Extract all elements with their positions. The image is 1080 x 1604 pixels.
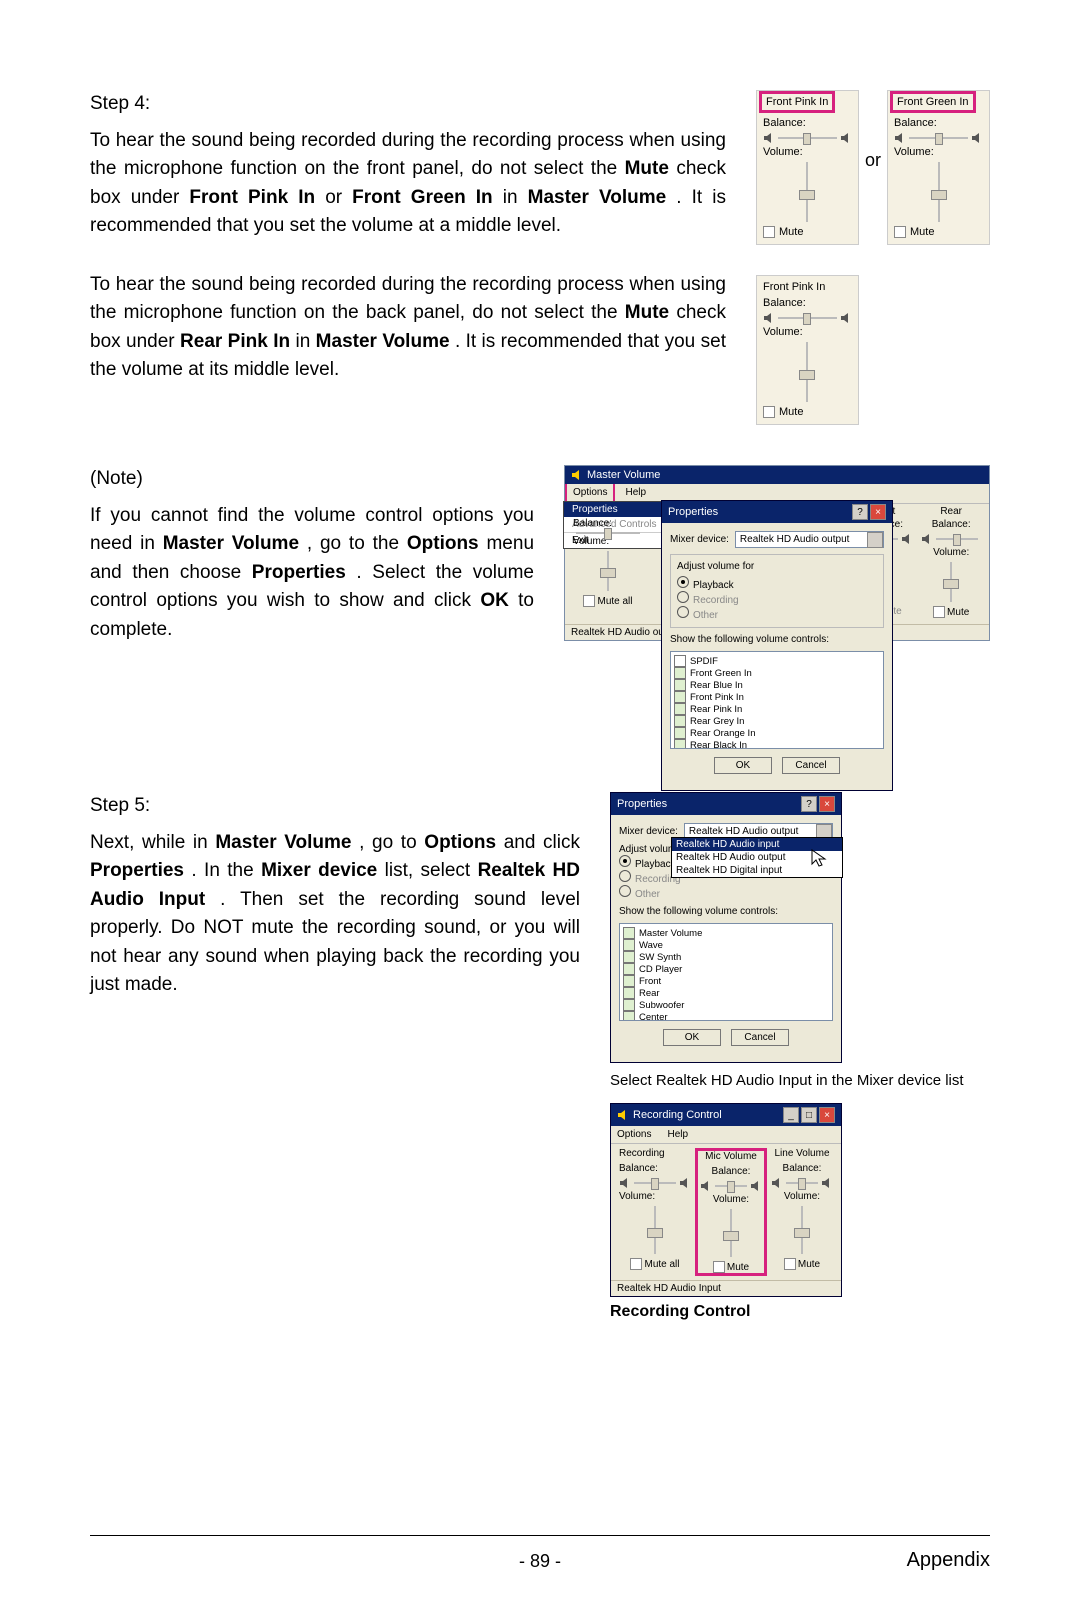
master-volume-window: Master Volume Options Properties Advance… bbox=[564, 465, 990, 641]
menu-options[interactable]: Options bbox=[611, 1126, 657, 1143]
speaker-icon bbox=[619, 1177, 631, 1189]
speaker-icon bbox=[921, 533, 933, 545]
mute-all-checkbox[interactable] bbox=[630, 1258, 642, 1270]
mute-checkbox[interactable] bbox=[784, 1258, 796, 1270]
chevron-down-icon[interactable] bbox=[867, 532, 883, 548]
speaker-icon bbox=[771, 1177, 783, 1189]
caption-rec-control: Recording Control bbox=[610, 1303, 990, 1321]
cursor-icon bbox=[811, 849, 827, 867]
speaker-icon bbox=[821, 1177, 833, 1189]
properties-dialog-2: Properties ?× Mixer device: Realtek HD A… bbox=[610, 792, 842, 1063]
recording-control-window: Recording Control _□× OptionsHelp Record… bbox=[610, 1103, 842, 1297]
speaker-right-icon bbox=[971, 132, 983, 144]
mute-checkbox[interactable] bbox=[763, 406, 775, 418]
speaker-icon bbox=[750, 1180, 762, 1192]
recording-radio[interactable] bbox=[677, 591, 689, 603]
speaker-right-icon bbox=[840, 312, 852, 324]
speaker-right-icon bbox=[840, 132, 852, 144]
step5-text: Step 5: Next, while in Master Volume , g… bbox=[90, 792, 580, 1008]
speaker-icon bbox=[700, 1180, 712, 1192]
close-button[interactable]: × bbox=[819, 796, 835, 812]
note-text: (Note) If you cannot find the volume con… bbox=[90, 465, 534, 652]
help-button[interactable]: ? bbox=[801, 796, 817, 812]
minimize-button[interactable]: _ bbox=[783, 1107, 799, 1123]
speaker-icon bbox=[679, 1177, 691, 1189]
step4-para1: To hear the sound being recorded during … bbox=[90, 127, 726, 241]
titlebar: Master Volume bbox=[565, 466, 989, 484]
mute-checkbox[interactable] bbox=[713, 1261, 725, 1273]
playback-radio[interactable] bbox=[619, 855, 631, 867]
menu-help[interactable]: Help bbox=[661, 1126, 694, 1143]
speaker-left-icon bbox=[763, 132, 775, 144]
mute-checkbox[interactable] bbox=[894, 226, 906, 238]
mute-all-checkbox[interactable] bbox=[583, 595, 595, 607]
app-icon bbox=[617, 1109, 629, 1121]
speaker-left-icon bbox=[763, 312, 775, 324]
mixer-device-select[interactable]: Realtek HD Audio output bbox=[735, 531, 884, 548]
caption-select-input: Select Realtek HD Audio Input in the Mix… bbox=[610, 1071, 990, 1091]
ok-button[interactable]: OK bbox=[663, 1029, 721, 1046]
playback-radio[interactable] bbox=[677, 576, 689, 588]
appendix-label: Appendix bbox=[907, 1549, 990, 1572]
volume-controls-list[interactable]: SPDIF Front Green In Rear Blue In Front … bbox=[670, 651, 884, 749]
step4-para2: To hear the sound being recorded during … bbox=[90, 271, 726, 385]
cancel-button[interactable]: Cancel bbox=[731, 1029, 789, 1046]
volume-controls-list[interactable]: Master Volume Wave SW Synth CD Player Fr… bbox=[619, 923, 833, 1021]
maximize-button[interactable]: □ bbox=[801, 1107, 817, 1123]
volume-slider[interactable] bbox=[796, 162, 818, 222]
ok-button[interactable]: OK bbox=[714, 757, 772, 774]
step4-text: Step 4: To hear the sound being recorded… bbox=[90, 90, 726, 393]
app-icon bbox=[571, 469, 583, 481]
speaker-left-icon bbox=[894, 132, 906, 144]
mute-checkbox[interactable] bbox=[763, 226, 775, 238]
help-button[interactable]: ? bbox=[852, 504, 868, 520]
front-green-panel: Front Green In Balance: Volume: Mute bbox=[887, 90, 990, 245]
page-number: - 89 - bbox=[519, 1551, 561, 1572]
close-button[interactable]: × bbox=[819, 1107, 835, 1123]
speaker-icon bbox=[901, 533, 913, 545]
or-label: or bbox=[865, 150, 881, 171]
mic-volume-column: Mic Volume Balance: Volume: Mute bbox=[695, 1148, 767, 1276]
front-pink-panel: Front Pink In Balance: Volume: Mute bbox=[756, 90, 859, 245]
close-button[interactable]: × bbox=[870, 504, 886, 520]
volume-slider[interactable] bbox=[928, 162, 950, 222]
balance-slider[interactable] bbox=[778, 317, 837, 319]
footer-rule bbox=[90, 1535, 990, 1536]
cancel-button[interactable]: Cancel bbox=[782, 757, 840, 774]
volume-slider[interactable] bbox=[796, 342, 818, 402]
balance-slider[interactable] bbox=[909, 137, 968, 139]
step4-heading: Step 4: bbox=[90, 90, 726, 119]
rear-pink-panel: Front Pink In Balance: Volume: Mute bbox=[756, 275, 859, 425]
balance-slider[interactable] bbox=[778, 137, 837, 139]
other-radio bbox=[677, 606, 689, 618]
menu-options[interactable]: Options Properties Advanced Controls Exi… bbox=[565, 484, 615, 503]
properties-dialog: Properties ?× Mixer device: Realtek HD A… bbox=[661, 500, 893, 791]
